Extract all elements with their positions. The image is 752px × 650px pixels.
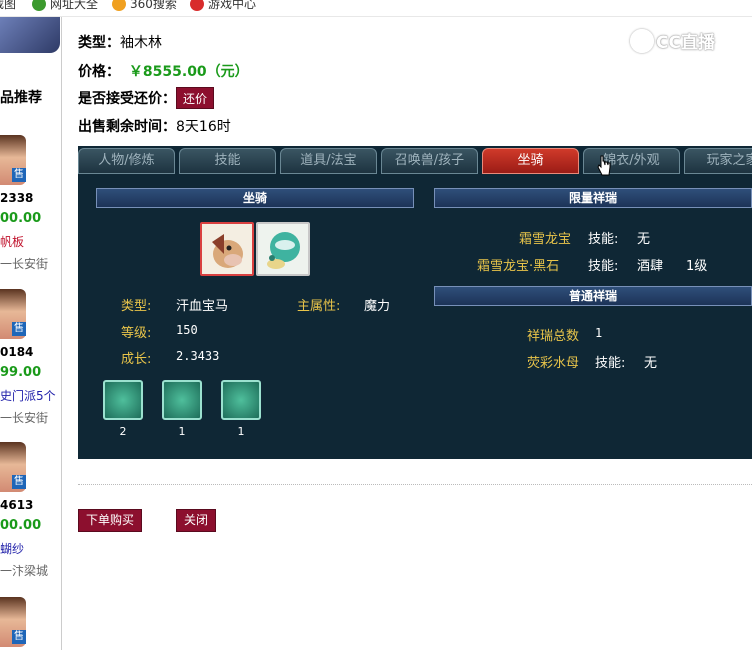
horse-icon (212, 234, 243, 268)
mount-skill-icon[interactable] (221, 380, 261, 420)
limited-item-name: 霜雪龙宝 (519, 232, 572, 247)
mount-attr-value: 魔力 (364, 299, 391, 314)
mount-skill-icon[interactable] (103, 380, 143, 420)
sale-badge: 售 (12, 322, 26, 336)
common-total-label: 祥瑞总数 (527, 329, 580, 344)
bookmark-site-directory[interactable]: 网址大全 (32, 0, 98, 12)
bargain-button[interactable]: 还价 (176, 87, 215, 109)
cc-logo-icon (630, 28, 654, 53)
tab-mount[interactable]: 坐骑 (482, 148, 579, 174)
item-name[interactable]: 帆板 (0, 233, 24, 250)
common-total-value: 1 (595, 326, 603, 340)
tab-player-home[interactable]: 玩家之家 (684, 148, 752, 174)
mount-growth-label: 成长: (121, 352, 152, 367)
item-server: 一汴梁城 (0, 564, 49, 578)
recommend-sidebar: 品推荐 售 2338 00.00 帆板 一长安街 售 0184 99.00 史门… (0, 17, 62, 650)
item-name[interactable]: 蝴纱 (0, 540, 24, 557)
limited-item-name: 霜雪龙宝·黑石 (477, 259, 560, 274)
limited-section-header: 限量祥瑞 (434, 188, 752, 208)
tab-character[interactable]: 人物/修炼 (78, 148, 175, 174)
recommend-heading: 品推荐 (0, 90, 42, 106)
skill-count: 1 (178, 425, 186, 438)
search-360-icon (112, 0, 126, 11)
limited-skill-label: 技能: (588, 232, 619, 247)
mount-growth-value: 2.3433 (176, 349, 220, 363)
sale-badge: 售 (12, 475, 26, 489)
item-server: 一长安街 (0, 257, 49, 271)
type-row: 类型：袖木林 (78, 35, 162, 51)
buy-button[interactable]: 下单购买 (78, 509, 143, 532)
common-skill-value: 无 (644, 356, 658, 371)
remaining-row: 出售剩余时间：8天16时 (78, 119, 231, 135)
stream-watermark: CC直播 (630, 28, 715, 53)
dragon-icon (267, 232, 300, 269)
horse-mount-image[interactable] (200, 222, 254, 276)
divider (78, 484, 752, 485)
tab-items[interactable]: 道具/法宝 (280, 148, 377, 174)
sale-badge: 售 (12, 630, 26, 644)
mount-section-header: 坐骑 (96, 188, 414, 208)
mount-attr-label: 主属性: (297, 299, 341, 314)
bargain-row: 是否接受还价： 还价 (78, 87, 215, 109)
item-price: 00.00 (0, 518, 42, 533)
tab-skills[interactable]: 技能 (179, 148, 276, 174)
item-price: 00.00 (0, 211, 42, 226)
common-section-header: 普通祥瑞 (434, 286, 752, 306)
seller-avatar (0, 17, 60, 53)
dragon-mount-image[interactable] (256, 222, 310, 276)
price-row: 价格： ￥8555.00（元） (78, 64, 249, 80)
common-skill-label: 技能: (595, 356, 626, 371)
mount-type-label: 类型: (121, 299, 152, 314)
item-name[interactable]: 史门派5个 (0, 387, 56, 404)
mount-level-label: 等级: (121, 326, 152, 341)
tab-summons[interactable]: 召唤兽/孩子 (381, 148, 478, 174)
bookmarks-bar: 截图 网址大全 360搜索 游戏中心 (0, 0, 752, 17)
limited-skill-value: 酒肆 (637, 259, 664, 274)
limited-skill-level: 1级 (686, 259, 708, 274)
mount-type-value: 汗血宝马 (176, 299, 229, 314)
mount-skill-icon[interactable] (162, 380, 202, 420)
item-code: 2338 (0, 191, 34, 205)
item-code: 4613 (0, 498, 34, 512)
close-button[interactable]: 关闭 (176, 509, 217, 532)
item-code: 0184 (0, 345, 34, 359)
skill-count: 2 (119, 425, 127, 438)
game-center-icon (190, 0, 204, 11)
skill-count: 1 (237, 425, 245, 438)
item-price: 99.00 (0, 365, 42, 380)
common-item-name: 荧彩水母 (527, 356, 580, 371)
site-directory-icon (32, 0, 46, 11)
bookmark-360-search[interactable]: 360搜索 (112, 0, 177, 12)
item-server: 一长安街 (0, 411, 49, 425)
hand-cursor-icon (597, 155, 611, 176)
sale-badge: 售 (12, 168, 26, 182)
bookmark-game-center[interactable]: 游戏中心 (190, 0, 256, 12)
limited-skill-label: 技能: (588, 259, 619, 274)
limited-skill-value: 无 (637, 232, 651, 247)
bookmark-screenshot[interactable]: 截图 (0, 0, 16, 12)
mount-level-value: 150 (176, 323, 198, 337)
